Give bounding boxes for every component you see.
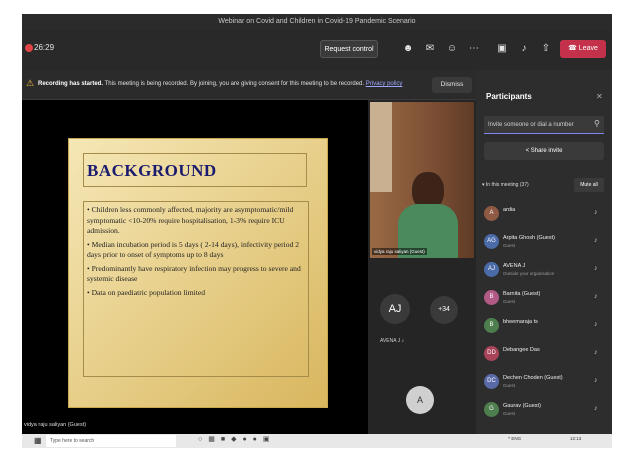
slide-bullet: • Median incubation period is 5 days ( 2… — [87, 239, 300, 260]
taskbar-clock: 12:13 — [570, 436, 582, 441]
phone-icon: ☎ — [568, 45, 577, 52]
participant-subtitle: Outside your organisation — [503, 271, 555, 276]
warning-icon: ⚠ — [26, 78, 35, 88]
reactions-icon[interactable]: ☺ — [444, 40, 460, 58]
participant-subtitle: Guest — [503, 411, 516, 416]
teams-window: Webinar on Covid and Children in Covid-1… — [22, 14, 612, 448]
banner-message: This meeting is being recorded. By joini… — [104, 81, 365, 87]
participant-avatar: DC — [484, 374, 499, 389]
recording-banner: ⚠ Recording has started. This meeting is… — [22, 70, 476, 100]
participant-name: Gaurav (Guest) — [503, 403, 541, 409]
taskbar-apps[interactable]: ○▦■◆●●▣ — [198, 435, 276, 447]
mute-all-button[interactable]: Mute all — [574, 178, 604, 192]
participant-name: Dechen Choden (Guest) — [503, 375, 563, 381]
leave-button[interactable]: ☎ Leave — [560, 40, 606, 58]
more-icon[interactable]: ⋯ — [466, 40, 482, 58]
slide-title: BACKGROUND — [87, 161, 217, 180]
participant-avatar: B — [484, 290, 499, 305]
participant-avatar: DD — [484, 346, 499, 361]
shared-content-stage: BACKGROUND • Children less commonly affe… — [22, 100, 368, 434]
windows-start-icon[interactable]: ▦ — [34, 436, 42, 445]
participants-title: Participants — [486, 92, 532, 101]
camera-icon[interactable]: ▣ — [494, 40, 510, 58]
video-gallery: vidya raju saliyan (Guest) AJ AVENA J ♪ … — [368, 100, 476, 434]
participant-avatar: AJ — [484, 262, 499, 277]
participant-subtitle: Guest — [503, 383, 516, 388]
banner-text: Recording has started. This meeting is b… — [38, 81, 402, 87]
in-meeting-section[interactable]: ▾ In this meeting (37) — [482, 182, 529, 188]
participant-row[interactable]: DD Debangee Das ♪ — [484, 344, 608, 366]
share-invite-label: Share invite — [530, 148, 563, 154]
presentation-slide: BACKGROUND • Children less commonly affe… — [68, 138, 328, 408]
meeting-timer: 26:29 — [34, 43, 55, 52]
participant-avatar: G — [484, 402, 499, 417]
share-icon[interactable]: ⇧ — [538, 40, 554, 58]
system-tray[interactable]: ^ ENG — [508, 436, 521, 441]
mic-icon[interactable]: ♪ — [516, 40, 532, 58]
privacy-policy-link[interactable]: Privacy policy — [366, 81, 403, 87]
participant-avatar: B — [484, 318, 499, 333]
slide-bullet: • Data on paediatric population limited — [87, 287, 206, 297]
close-icon[interactable]: ✕ — [596, 92, 603, 101]
participant-avatar: A — [484, 206, 499, 221]
video-tile-name: vidya raju saliyan (Guest) — [372, 248, 427, 255]
mic-off-icon: ♪ — [594, 321, 598, 328]
mic-off-icon: ♪ — [594, 405, 598, 412]
video-window-light — [370, 102, 392, 192]
slide-bullets: • Children less commonly affected, major… — [87, 205, 307, 301]
leave-label: Leave — [578, 45, 598, 52]
mic-off-icon: ♪ — [594, 237, 598, 244]
dismiss-button[interactable]: Dismiss — [432, 77, 472, 93]
participant-row[interactable]: DC Dechen Choden (Guest) Guest ♪ — [484, 372, 608, 394]
participants-panel: Participants ✕ Invite someone or dial a … — [476, 70, 612, 434]
search-icon: ⚲ — [594, 119, 600, 128]
participant-subtitle: Guest — [503, 299, 516, 304]
share-invite-button[interactable]: < Share invite — [484, 142, 604, 160]
window-title: Webinar on Covid and Children in Covid-1… — [22, 14, 612, 30]
participant-row[interactable]: Aardia ♪ — [484, 204, 608, 226]
request-control-button[interactable]: Request control — [320, 40, 378, 58]
avatar-aj-name: AVENA J ♪ — [380, 338, 405, 344]
slide-bullet: • Children less commonly affected, major… — [87, 205, 294, 235]
participant-name: ardia — [503, 207, 516, 213]
windows-taskbar: ▦ Type here to search ○▦■◆●●▣ ^ ENG 12:1… — [22, 434, 612, 448]
participant-avatar: AG — [484, 234, 499, 249]
mic-off-icon: ♪ — [594, 377, 598, 384]
participant-row[interactable]: AG Arpita Ghosh (Guest) Guest ♪ — [484, 232, 608, 254]
invite-input[interactable]: Invite someone or dial a number — [484, 116, 604, 134]
mic-off-icon: ♪ — [594, 349, 598, 356]
recording-dot-icon — [25, 44, 33, 52]
banner-bold: Recording has started. — [38, 81, 104, 87]
taskbar-search-input[interactable]: Type here to search — [46, 435, 176, 447]
presenter-name: vidya raju saliyan (Guest) — [24, 422, 87, 428]
participant-row[interactable]: AJ AVENA J Outside your organisation ♪ — [484, 260, 608, 282]
mic-off-icon: ♪ — [594, 293, 598, 300]
participant-row[interactable]: G Gaurav (Guest) Guest ♪ — [484, 400, 608, 422]
participant-name: Debangee Das — [503, 347, 540, 353]
participant-subtitle: Guest — [503, 243, 516, 248]
avatar-aj[interactable]: AJ — [380, 294, 410, 324]
more-participants-button[interactable]: +34 — [430, 296, 458, 324]
meeting-toolbar: 26:29 Request control ☻ ✉ ☺ ⋯ ▣ ♪ ⇧ ☎ Le… — [22, 30, 612, 70]
participant-name: AVENA J — [503, 263, 526, 269]
presenter-video-tile[interactable]: vidya raju saliyan (Guest) — [370, 102, 474, 258]
mic-off-icon: ♪ — [401, 338, 405, 344]
chat-icon[interactable]: ✉ — [422, 40, 438, 58]
participant-name: bheemaraja ts — [503, 319, 538, 325]
participant-name: Barnita (Guest) — [503, 291, 541, 297]
avatar-a[interactable]: A — [406, 386, 434, 414]
mic-off-icon: ♪ — [594, 209, 598, 216]
slide-bullet: • Predominantly have respiratory infecti… — [87, 263, 301, 284]
participant-row[interactable]: Bbheemaraja ts ♪ — [484, 316, 608, 338]
people-icon[interactable]: ☻ — [400, 40, 416, 58]
mic-off-icon: ♪ — [594, 265, 598, 272]
participant-name: Arpita Ghosh (Guest) — [503, 235, 555, 241]
share-arrow-icon: < — [525, 148, 530, 154]
participant-row[interactable]: B Barnita (Guest) Guest ♪ — [484, 288, 608, 310]
